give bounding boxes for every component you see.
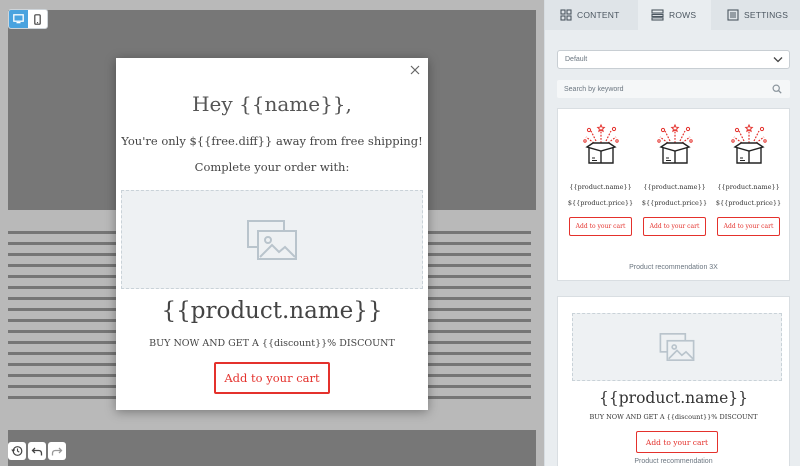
product-image-placeholder[interactable] <box>121 190 423 289</box>
mobile-view-button[interactable] <box>28 10 47 28</box>
search-icon <box>772 84 782 94</box>
tab-rows-label: ROWS <box>669 10 697 20</box>
row-template-card[interactable]: {{product.name}} ${{product.price}} Add … <box>557 108 790 281</box>
search-input[interactable]: Search by keyword <box>557 80 790 98</box>
close-icon <box>410 65 420 75</box>
popup-title: Hey {{name}}, <box>192 92 352 116</box>
tab-rows[interactable]: ROWS <box>638 0 711 30</box>
close-button[interactable] <box>409 63 421 75</box>
redo-icon <box>51 447 63 456</box>
gift-box-icon <box>583 123 619 164</box>
editor-canvas: Hey {{name}}, You're only ${{free.diff}}… <box>0 0 544 466</box>
gift-box-icon <box>731 123 767 164</box>
desktop-icon <box>13 14 24 24</box>
history-button[interactable] <box>8 442 26 460</box>
add-to-cart-button: Add to your cart <box>643 217 706 236</box>
tab-settings[interactable]: SETTINGS <box>711 0 800 30</box>
free-shipping-text: You're only ${{free.diff}} away from fre… <box>121 134 423 148</box>
search-placeholder: Search by keyword <box>564 85 624 93</box>
popup-modal: Hey {{name}}, You're only ${{free.diff}}… <box>116 58 428 410</box>
undo-button[interactable] <box>28 442 46 460</box>
add-to-cart-button: Add to your cart <box>569 217 632 236</box>
image-icon <box>659 333 695 361</box>
product-name: {{product.name}} <box>643 183 706 191</box>
desktop-view-button[interactable] <box>9 10 28 28</box>
discount-text: BUY NOW AND GET A {{discount}}% DISCOUNT <box>149 338 395 349</box>
product-price: ${{product.price}} <box>715 199 782 207</box>
mobile-icon <box>34 13 41 25</box>
complete-order-text: Complete your order with: <box>194 160 350 174</box>
redo-button[interactable] <box>48 442 66 460</box>
chevron-down-icon <box>773 57 783 63</box>
sidebar-panel: CONTENT ROWS SETTINGS Default Search by … <box>544 0 800 466</box>
row-template-card[interactable]: {{product.name}} BUY NOW AND GET A {{dis… <box>557 296 790 466</box>
add-to-cart-button: Add to your cart <box>636 431 718 453</box>
card-caption: Product recommendation <box>634 458 713 465</box>
product-name: {{product.name}} <box>599 389 748 407</box>
category-select[interactable]: Default <box>557 50 790 69</box>
add-to-cart-button: Add to your cart <box>717 217 780 236</box>
product-name: {{product.name}} <box>717 183 780 191</box>
discount-text: BUY NOW AND GET A {{discount}}% DISCOUNT <box>589 413 758 421</box>
product-price: ${{product.price}} <box>641 199 708 207</box>
tab-content-label: CONTENT <box>577 10 620 20</box>
card-caption: Product recommendation 3X <box>629 264 718 271</box>
grid-icon <box>560 9 572 21</box>
product-price: ${{product.price}} <box>567 199 634 207</box>
history-tools <box>8 442 66 460</box>
panel-tabs: CONTENT ROWS SETTINGS <box>545 0 800 30</box>
undo-icon <box>31 447 43 456</box>
product-name: {{product.name}} <box>569 183 632 191</box>
product-name: {{product.name}} <box>161 298 383 324</box>
rows-icon <box>651 9 664 21</box>
tab-content[interactable]: CONTENT <box>545 0 638 30</box>
device-toggle <box>8 9 48 29</box>
history-icon <box>11 446 23 456</box>
settings-icon <box>727 9 739 21</box>
image-icon <box>247 219 297 260</box>
tab-settings-label: SETTINGS <box>744 10 789 20</box>
category-select-value: Default <box>565 56 588 63</box>
add-to-cart-button[interactable]: Add to your cart <box>214 362 330 394</box>
gift-box-icon <box>657 123 693 164</box>
product-image-placeholder <box>572 313 782 381</box>
